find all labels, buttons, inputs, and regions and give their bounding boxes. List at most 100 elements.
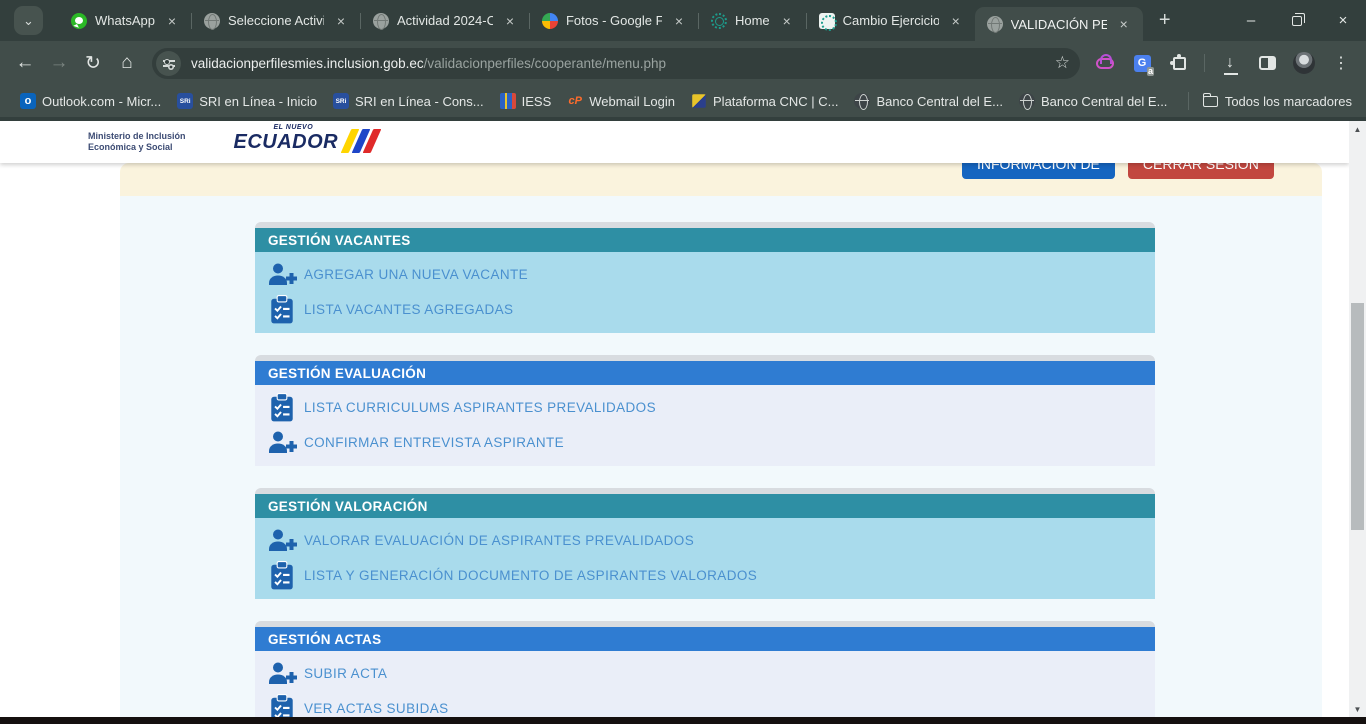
side-panel-icon bbox=[1259, 56, 1276, 70]
forward-button[interactable]: → bbox=[42, 46, 76, 80]
profile-avatar[interactable] bbox=[1289, 48, 1319, 78]
menu-link[interactable]: CONFIRMAR ENTREVISTA ASPIRANTE bbox=[304, 435, 564, 450]
url-path: /validacionperfiles/cooperante/menu.php bbox=[424, 56, 666, 71]
page-scrollbar[interactable]: ▲ ▼ bbox=[1349, 121, 1366, 717]
menu-link[interactable]: LISTA CURRICULUMS ASPIRANTES PREVALIDADO… bbox=[304, 400, 656, 415]
url-text: validacionperfilesmies.inclusion.gob.ec/… bbox=[191, 56, 666, 71]
section-box: GESTIÓN ACTASSUBIR ACTAVER ACTAS SUBIDAS bbox=[255, 621, 1155, 717]
bookmark-item[interactable]: Banco Central del E... bbox=[846, 90, 1010, 112]
tab-close-button[interactable]: × bbox=[778, 12, 796, 30]
browser-tab[interactable]: Cambio Ejercicio × bbox=[807, 0, 975, 41]
ecuador-logo: EL NUEVO ECUADOR bbox=[234, 130, 377, 154]
menu-link[interactable]: VALORAR EVALUACIÓN DE ASPIRANTES PREVALI… bbox=[304, 533, 694, 548]
tab-close-button[interactable]: × bbox=[1115, 15, 1133, 33]
tab-close-button[interactable]: × bbox=[163, 12, 181, 30]
side-panel-button[interactable] bbox=[1252, 48, 1282, 78]
globe-favicon-icon bbox=[204, 13, 220, 29]
bookmark-label: SRI en Línea - Cons... bbox=[355, 94, 484, 109]
avatar bbox=[1293, 52, 1315, 74]
sri-icon: SRi bbox=[177, 93, 193, 109]
globe-dark-icon bbox=[1019, 93, 1035, 109]
tab-close-button[interactable]: × bbox=[670, 12, 688, 30]
browser-tab[interactable]: Seleccione Activi× bbox=[192, 0, 360, 41]
new-tab-button[interactable]: + bbox=[1151, 7, 1179, 35]
menu-item: LISTA CURRICULUMS ASPIRANTES PREVALIDADO… bbox=[255, 390, 1155, 425]
browser-tab[interactable]: VALIDACIÓN PE× bbox=[975, 7, 1143, 41]
bookmark-label: Plataforma CNC | C... bbox=[713, 94, 838, 109]
cloud-extension-icon[interactable] bbox=[1090, 48, 1120, 78]
window-controls: – × bbox=[1228, 0, 1366, 41]
content-area: GESTIÓN VACANTESAGREGAR UNA NUEVA VACANT… bbox=[120, 196, 1322, 717]
bookmark-item[interactable]: SRiSRI en Línea - Cons... bbox=[325, 90, 492, 112]
cloud-icon bbox=[1096, 58, 1114, 69]
ministry-line1: Ministerio de Inclusión bbox=[88, 131, 186, 142]
site-settings-icon[interactable] bbox=[156, 51, 181, 76]
section-box: GESTIÓN EVALUACIÓN LISTA CURRICULUMS ASPI… bbox=[255, 355, 1155, 466]
restore-icon bbox=[1292, 16, 1302, 26]
tab-close-button[interactable]: × bbox=[501, 12, 519, 30]
tab-title: Cambio Ejercicio bbox=[843, 13, 939, 28]
downloads-button[interactable]: ↓ bbox=[1215, 48, 1245, 78]
menu-link[interactable]: AGREGAR UNA NUEVA VACANTE bbox=[304, 267, 528, 282]
browser-tab[interactable]: Actividad 2024-C× bbox=[361, 0, 529, 41]
close-button[interactable]: × bbox=[1320, 0, 1366, 41]
menu-item: AGREGAR UNA NUEVA VACANTE bbox=[255, 257, 1155, 292]
gear-teal-favicon-icon bbox=[711, 13, 727, 29]
all-bookmarks[interactable]: Todos los marcadores bbox=[1188, 92, 1366, 110]
browser-tab[interactable]: Fotos - Google F× bbox=[530, 0, 698, 41]
scrollbar-down-arrow[interactable]: ▼ bbox=[1349, 701, 1366, 717]
logo-top-text: EL NUEVO bbox=[274, 124, 314, 131]
extensions-puzzle-icon[interactable] bbox=[1164, 48, 1194, 78]
minimize-button[interactable]: – bbox=[1228, 0, 1274, 41]
home-button[interactable]: ⌂ bbox=[110, 46, 144, 80]
section-header: GESTIÓN EVALUACIÓN bbox=[255, 361, 1155, 385]
bookmark-item[interactable]: Plataforma CNC | C... bbox=[683, 90, 846, 112]
tab-strip: ⌄ WhatsApp×Seleccione Activi×Actividad 2… bbox=[0, 0, 1366, 41]
restore-button[interactable] bbox=[1274, 0, 1320, 41]
tabs-container: WhatsApp×Seleccione Activi×Actividad 202… bbox=[59, 0, 1143, 41]
tab-search-button[interactable]: ⌄ bbox=[14, 6, 43, 35]
main-panel: GESTIÓN VACANTESAGREGAR UNA NUEVA VACANT… bbox=[120, 163, 1322, 717]
scrollbar-thumb[interactable] bbox=[1351, 303, 1364, 530]
browser-tab[interactable]: Home × bbox=[699, 0, 806, 41]
section-box: GESTIÓN VALORACIÓNVALORAR EVALUACIÓN DE … bbox=[255, 488, 1155, 599]
menu-link[interactable]: SUBIR ACTA bbox=[304, 666, 387, 681]
whatsapp-favicon-icon bbox=[71, 13, 87, 29]
tab-close-button[interactable]: × bbox=[947, 12, 965, 30]
cpanel-icon: cP bbox=[567, 93, 583, 109]
section-body: VALORAR EVALUACIÓN DE ASPIRANTES PREVALI… bbox=[255, 518, 1155, 599]
clipboard-checklist-icon bbox=[267, 561, 297, 591]
download-icon: ↓ bbox=[1226, 54, 1234, 72]
bookmark-item[interactable]: Banco Central del E... bbox=[1011, 90, 1175, 112]
browser-tab[interactable]: WhatsApp× bbox=[59, 0, 191, 41]
bookmark-star-icon[interactable]: ☆ bbox=[1055, 53, 1070, 73]
address-bar[interactable]: validacionperfilesmies.inclusion.gob.ec/… bbox=[152, 48, 1080, 79]
bookmark-label: Outlook.com - Micr... bbox=[42, 94, 161, 109]
add-user-icon bbox=[267, 526, 297, 556]
globe-favicon-icon bbox=[987, 16, 1003, 32]
bookmark-label: Banco Central del E... bbox=[876, 94, 1002, 109]
add-user-icon bbox=[267, 659, 297, 689]
bookmark-item[interactable]: oOutlook.com - Micr... bbox=[12, 90, 169, 112]
logo-main-text: ECUADOR bbox=[234, 131, 339, 154]
browser-toolbar: ← → ↻ ⌂ validacionperfilesmies.inclusion… bbox=[0, 41, 1366, 85]
reload-button[interactable]: ↻ bbox=[76, 46, 110, 80]
tab-close-button[interactable]: × bbox=[332, 12, 350, 30]
back-button[interactable]: ← bbox=[8, 46, 42, 80]
add-user-icon bbox=[267, 428, 297, 458]
bookmark-item[interactable]: cPWebmail Login bbox=[559, 90, 683, 112]
bookmark-item[interactable]: SRiSRI en Línea - Inicio bbox=[169, 90, 325, 112]
menu-link[interactable]: LISTA Y GENERACIÓN DOCUMENTO DE ASPIRANT… bbox=[304, 568, 757, 583]
taskbar-edge bbox=[0, 717, 1366, 724]
menu-link[interactable]: LISTA VACANTES AGREGADAS bbox=[304, 302, 513, 317]
menu-button[interactable]: ⋮ bbox=[1326, 48, 1356, 78]
tab-title: Home bbox=[735, 13, 770, 28]
scrollbar-up-arrow[interactable]: ▲ bbox=[1349, 121, 1366, 137]
menu-item: CONFIRMAR ENTREVISTA ASPIRANTE bbox=[255, 425, 1155, 460]
ministry-line2: Económica y Social bbox=[88, 142, 186, 153]
add-user-icon bbox=[267, 260, 297, 290]
menu-link[interactable]: VER ACTAS SUBIDAS bbox=[304, 701, 449, 716]
site-header: Ministerio de Inclusión Económica y Soci… bbox=[0, 121, 1349, 163]
bookmark-item[interactable]: IESS bbox=[492, 90, 560, 112]
translate-icon[interactable]: G bbox=[1127, 48, 1157, 78]
